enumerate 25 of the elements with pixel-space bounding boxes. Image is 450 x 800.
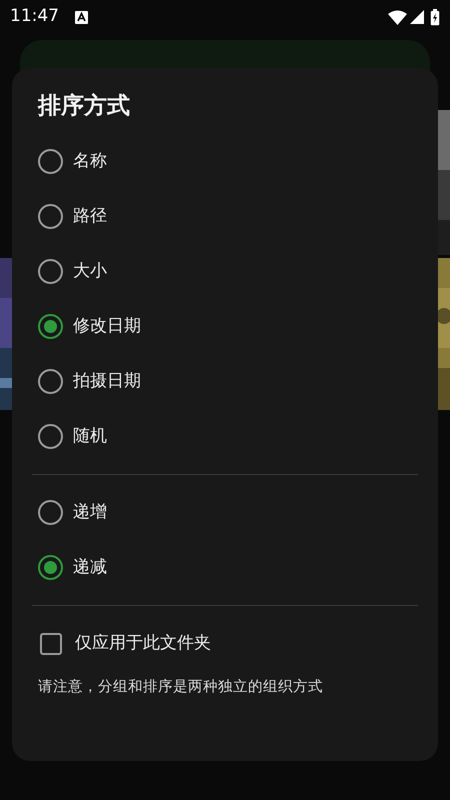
radio-option[interactable]: 路径 <box>32 189 113 244</box>
radio-option[interactable]: 随机 <box>32 409 113 464</box>
radio-option[interactable]: 大小 <box>32 244 113 299</box>
radio-option[interactable]: 拍摄日期 <box>32 354 147 409</box>
folder-only-checkbox[interactable]: 仅应用于此文件夹 <box>32 616 217 671</box>
battery-icon <box>430 8 440 26</box>
notification-icon <box>75 10 88 24</box>
radio-button[interactable] <box>38 369 63 394</box>
radio-button[interactable] <box>38 555 63 580</box>
radio-button[interactable] <box>38 424 63 449</box>
radio-option[interactable]: 递减 <box>32 540 113 595</box>
dialog-title: 排序方式 <box>38 92 131 121</box>
radio-option[interactable]: 修改日期 <box>32 299 147 354</box>
radio-button[interactable] <box>38 500 63 525</box>
status-time: 11:47 <box>10 5 59 28</box>
wifi-icon <box>388 10 407 24</box>
note-text: 请注意，分组和排序是两种独立的组织方式 <box>38 678 324 697</box>
checkbox[interactable] <box>40 632 62 654</box>
radio-button[interactable] <box>38 149 63 174</box>
radio-option[interactable]: 名称 <box>32 134 113 189</box>
radio-option[interactable]: 递增 <box>32 485 113 540</box>
signal-icon <box>410 10 424 24</box>
radio-button[interactable] <box>38 204 63 229</box>
radio-button[interactable] <box>38 259 63 284</box>
radio-button[interactable] <box>38 314 63 339</box>
